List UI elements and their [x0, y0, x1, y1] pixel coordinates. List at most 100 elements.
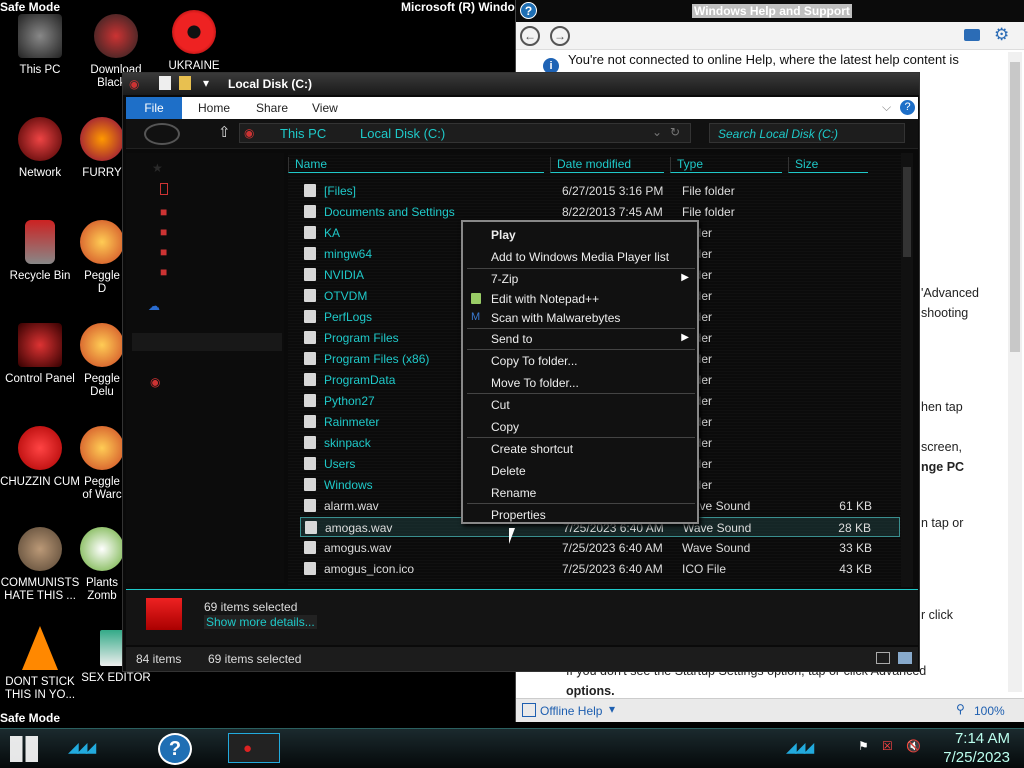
file-name: Documents and Settings — [324, 205, 455, 219]
speaker-muted-icon[interactable]: 🔇 — [906, 739, 921, 753]
nav-item-icon[interactable]: ■ — [160, 245, 167, 259]
details-view-icon[interactable] — [876, 652, 890, 664]
help-fragment: nge PC — [921, 460, 965, 474]
network-icon[interactable]: ◉ — [150, 375, 160, 389]
menu-item-move-to-folder[interactable]: Move To folder... — [491, 376, 579, 390]
taskbar-explorer-button[interactable]: ● — [228, 733, 280, 763]
file-type: File folder — [682, 205, 735, 219]
taskbar-help-icon[interactable]: ? — [158, 733, 192, 765]
menu-item-malwarebytes[interactable]: Scan with Malwarebytes — [491, 311, 620, 325]
menu-item-copy-to-folder[interactable]: Copy To folder... — [491, 354, 578, 368]
address-bar[interactable]: ◉ This PC Local Disk (C:) ⌄ ↻ — [239, 123, 691, 143]
tab-home[interactable]: Home — [198, 101, 230, 115]
nav-item-icon[interactable]: ■ — [160, 225, 167, 239]
help-scrollbar[interactable] — [1008, 52, 1022, 692]
tab-file[interactable]: File — [126, 97, 182, 119]
file-name: mingw64 — [324, 247, 373, 261]
chevron-down-icon[interactable]: ▾ — [203, 76, 209, 90]
breadcrumb-this-pc[interactable]: This PC — [280, 126, 326, 141]
nav-item-icon[interactable]: ■ — [160, 265, 167, 279]
desktop-icon-control-panel[interactable]: Control Panel — [0, 323, 80, 386]
desktop-icon-furry[interactable]: FURRY — [80, 117, 124, 180]
chevron-down-icon[interactable]: ▾ — [609, 702, 615, 716]
file-name: PerfLogs — [324, 310, 373, 324]
network-error-icon[interactable]: ☒ — [882, 739, 893, 753]
table-row[interactable]: amogus_icon.ico 7/25/2023 6:40 AM ICO File… — [300, 559, 900, 579]
onedrive-icon[interactable]: ☁ — [148, 299, 160, 313]
menu-item-cut[interactable]: Cut — [491, 398, 510, 412]
gear-icon[interactable]: ⚙ — [994, 25, 1009, 45]
properties-icon[interactable] — [159, 76, 171, 90]
column-header-size[interactable]: Size — [788, 157, 868, 173]
nav-this-pc[interactable] — [132, 333, 282, 351]
menu-item-delete[interactable]: Delete — [491, 464, 526, 478]
explorer-title: Local Disk (C:) — [228, 77, 313, 91]
menu-item-add-to-wmp[interactable]: Add to Windows Media Player list — [491, 250, 669, 264]
help-offline-message: You're not connected to online Help, whe… — [568, 52, 959, 67]
menu-item-play[interactable]: Play — [491, 228, 516, 242]
desktop-icon-vlc[interactable]: DONT STICK THIS IN YO... — [0, 626, 80, 702]
scroll-thumb[interactable] — [903, 167, 911, 257]
desktop-icon-ukraine[interactable]: UKRAINE — [154, 10, 234, 73]
help-fragment: 'Advanced — [921, 286, 979, 300]
menu-item-rename[interactable]: Rename — [491, 486, 536, 500]
help-scroll-thumb[interactable] — [1010, 62, 1020, 352]
back-forward-icon[interactable] — [144, 123, 180, 145]
refresh-icon[interactable]: ↻ — [670, 125, 680, 139]
desktop-icon-peggle-d[interactable]: Peggle D — [80, 220, 124, 296]
nav-item-icon[interactable]: ■ — [160, 205, 167, 219]
desktop-icon-recycle-bin[interactable]: Recycle Bin — [0, 220, 80, 283]
table-row[interactable]: [Files] 6/27/2015 3:16 PM File folder — [300, 181, 900, 201]
up-arrow-icon[interactable]: ⇧ — [218, 123, 231, 141]
file-name: amogus_icon.ico — [324, 562, 415, 576]
help-back-button[interactable]: ← — [520, 26, 540, 46]
tab-share[interactable]: Share — [256, 101, 288, 115]
desktop-icon-network[interactable]: Network — [0, 117, 80, 180]
menu-item-properties[interactable]: Properties — [491, 508, 546, 522]
chevron-down-icon[interactable]: ⌄ — [652, 125, 662, 139]
menu-item-edit-notepad[interactable]: Edit with Notepad++ — [491, 292, 599, 306]
help-icon[interactable]: ? — [900, 100, 915, 115]
start-button-windows-icon[interactable] — [10, 736, 38, 762]
nav-item-icon[interactable] — [160, 183, 168, 195]
help-fragment: shooting — [921, 306, 969, 320]
desktop-icon-peggle-warc[interactable]: Peggle of Warc — [80, 426, 124, 502]
nav-quick-access-icon[interactable]: ★ — [152, 161, 163, 175]
peggle-deluxe-icon — [80, 323, 124, 367]
clock[interactable]: 7:14 AM 7/25/2023 — [943, 729, 1010, 767]
menu-separator — [467, 393, 695, 394]
table-row[interactable]: Documents and Settings 8/22/2013 7:45 AM F… — [300, 202, 900, 222]
notepad-plus-plus-icon — [471, 293, 481, 304]
breadcrumb-local-disk[interactable]: Local Disk (C:) — [360, 126, 445, 141]
menu-item-send-to[interactable]: Send to — [491, 332, 532, 346]
menu-item-create-shortcut[interactable]: Create shortcut — [491, 442, 573, 456]
flag-icon[interactable]: ⚑ — [858, 739, 869, 753]
menu-item-copy[interactable]: Copy — [491, 420, 519, 434]
column-header-type[interactable]: Type — [670, 157, 782, 173]
desktop-icon-communists[interactable]: COMMUNISTS HATE THIS ... — [0, 527, 80, 603]
chevron-down-icon[interactable]: ⌵ — [882, 100, 891, 115]
column-header-name[interactable]: Name — [288, 157, 544, 173]
desktop-icon-plants-zombies[interactable]: Plants Zomb — [80, 527, 124, 603]
desktop-icon-peggle-deluxe[interactable]: Peggle Delu — [80, 323, 124, 399]
zoom-level[interactable]: 100% — [974, 704, 1005, 718]
show-more-details-link[interactable]: Show more details... — [204, 615, 317, 629]
desktop-icon-chuzzin-cum[interactable]: CHUZZIN CUM — [0, 426, 80, 489]
search-input[interactable]: Search Local Disk (C:) — [709, 123, 905, 143]
desktop-icon-this-pc[interactable]: This PC — [0, 14, 80, 77]
ribbon: File Home Share View ⌵ ? — [126, 97, 918, 119]
tab-view[interactable]: View — [312, 101, 338, 115]
microsoft-label: Microsoft (R) Windo — [401, 0, 515, 14]
print-icon[interactable] — [964, 29, 980, 41]
large-icons-view-icon[interactable] — [898, 652, 912, 664]
menu-item-7zip[interactable]: 7-Zip — [491, 272, 518, 286]
column-header-date[interactable]: Date modified — [550, 157, 664, 173]
zoom-icon[interactable]: ⚲ — [956, 702, 965, 716]
help-forward-button[interactable]: → — [550, 26, 570, 46]
offline-help-button[interactable]: Offline Help — [540, 704, 602, 718]
folder-icon — [304, 373, 316, 386]
file-list-scrollbar[interactable] — [901, 153, 913, 587]
new-folder-icon[interactable] — [179, 76, 191, 90]
table-row[interactable]: amogus.wav 7/25/2023 6:40 AM Wave Sound 33 … — [300, 538, 900, 558]
help-title: Windows Help and Support — [692, 4, 852, 18]
